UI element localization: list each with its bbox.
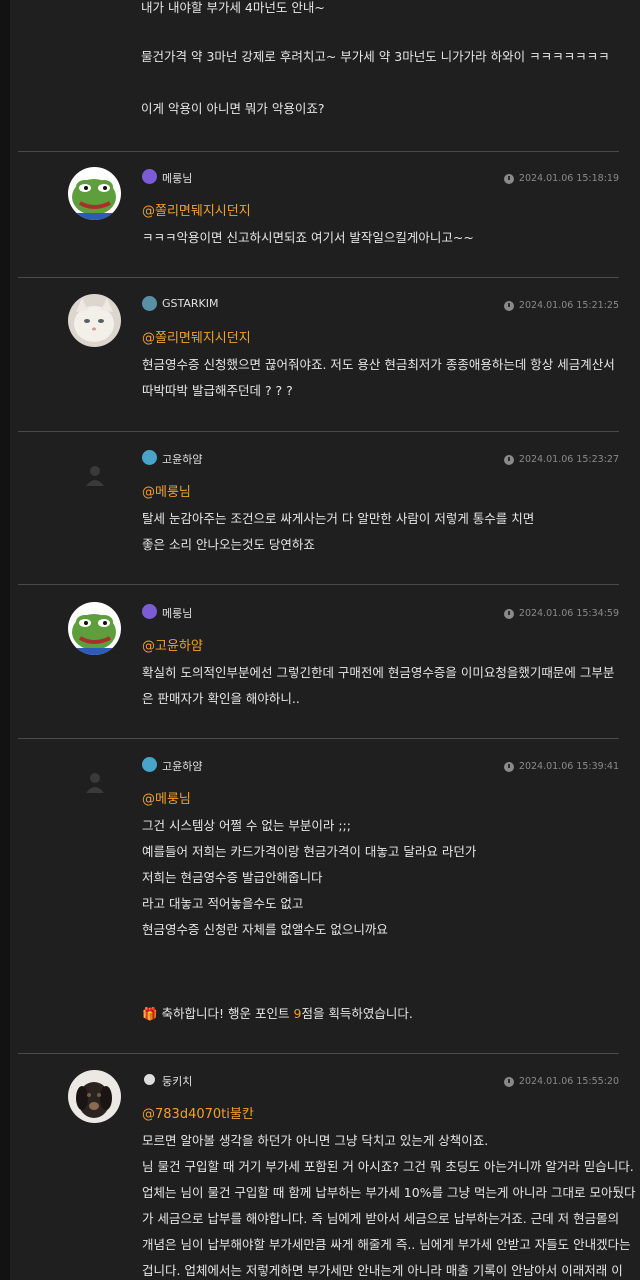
comment-page: 내가 내야할 부가세 4마넌도 안내~ 물건가격 약 3마넌 강제로 후려치고~… xyxy=(0,0,640,1280)
timestamp-group: 2024.01.06 15:39:41 xyxy=(503,761,619,772)
level-icon xyxy=(142,757,157,772)
timestamp: 2024.01.06 15:23:27 xyxy=(518,454,619,465)
comment-text-line: 그건 시스템상 어쩔 수 없는 부분이라 ;;; xyxy=(142,818,351,833)
left-edge-strip xyxy=(0,0,10,1280)
mention-link[interactable]: @783d4070ti불칸 xyxy=(142,1103,254,1122)
nickname[interactable]: 메룽님 xyxy=(162,170,192,186)
notice-suffix: 점을 획득하였습니다. xyxy=(301,1006,413,1021)
clock-icon xyxy=(503,454,514,465)
comment-text-line: 예를들어 저희는 카드가격이랑 현금가격이 대놓고 달라요 라던가 xyxy=(142,844,477,859)
comment-text-line: 좋은 소리 안나오는것도 당연하죠 xyxy=(142,537,315,552)
post-text-line: 내가 내야할 부가세 4마넌도 안내~ xyxy=(141,0,325,15)
gift-icon: 🎁 xyxy=(142,1006,162,1021)
clock-icon xyxy=(503,300,514,311)
default-avatar[interactable] xyxy=(84,464,106,486)
lucky-point-notice: 🎁 축하합니다! 행운 포인트 9점을 획득하였습니다. xyxy=(142,1003,413,1022)
nickname[interactable]: 고윤하얌 xyxy=(162,758,202,774)
nickname[interactable]: 고윤하얌 xyxy=(162,451,202,467)
timestamp: 2024.01.06 15:39:41 xyxy=(518,761,619,772)
cat-avatar[interactable] xyxy=(68,294,121,347)
comment-text-line: 개념은 님이 납부해야할 부가세만큼 싸게 해줄게 즉.. 님에게 부가세 안받… xyxy=(142,1237,631,1252)
comment-divider xyxy=(18,431,619,432)
comment-text-line: 모르면 알아볼 생각을 하던가 아니면 그냥 닥치고 있는게 상책이죠. xyxy=(142,1133,489,1148)
comment-divider xyxy=(18,151,619,152)
mention-link[interactable]: @쫄리면뒈지시던지 xyxy=(142,200,251,219)
clock-icon xyxy=(503,1076,514,1087)
timestamp: 2024.01.06 15:34:59 xyxy=(518,608,619,619)
default-avatar[interactable] xyxy=(84,771,106,793)
clock-icon xyxy=(503,608,514,619)
post-text-line: 물건가격 약 3마넌 강제로 후려치고~ 부가세 약 3마넌도 니가가라 하와이… xyxy=(141,49,610,64)
timestamp-group: 2024.01.06 15:18:19 xyxy=(503,173,619,184)
mention-link[interactable]: @고윤하얌 xyxy=(142,635,203,654)
comment-text-line: 겁니다. 업체에서는 저렇게하면 부가세만 안내는게 아니라 매출 기록이 안남… xyxy=(142,1263,623,1278)
comment-text-line: 따박따박 발급해주던데 ? ? ? xyxy=(142,383,293,398)
timestamp-group: 2024.01.06 15:34:59 xyxy=(503,608,619,619)
comment-text-line: 은 판매자가 확인을 해야하니.. xyxy=(142,691,300,706)
level-icon xyxy=(142,604,157,619)
comment-text-line: 현금영수증 신청란 자체를 없앨수도 없으니까요 xyxy=(142,922,388,937)
timestamp: 2024.01.06 15:18:19 xyxy=(518,173,619,184)
pepe-avatar[interactable] xyxy=(68,167,121,220)
pepe-avatar[interactable] xyxy=(68,602,121,655)
comment-divider xyxy=(18,1053,619,1054)
level-icon xyxy=(142,296,157,311)
notice-prefix: 축하합니다! 행운 포인트 xyxy=(161,1006,294,1021)
comment-divider xyxy=(18,738,619,739)
timestamp: 2024.01.06 15:55:20 xyxy=(518,1076,619,1087)
timestamp: 2024.01.06 15:21:25 xyxy=(518,300,619,311)
timestamp-group: 2024.01.06 15:23:27 xyxy=(503,454,619,465)
dog-avatar[interactable] xyxy=(68,1070,121,1123)
comment-text-line: 현금영수증 신청했으면 끊어줘야죠. 저도 용산 현금최저가 종종애용하는데 항… xyxy=(142,357,615,372)
mention-link[interactable]: @쫄리면뒈지시던지 xyxy=(142,327,251,346)
comment-text-line: 업체는 님이 물건 구입할 때 함께 납부하는 부가세 10%를 그냥 먹는게 … xyxy=(142,1185,636,1200)
comment-text-line: 탈세 눈감아주는 조건으로 싸게사는거 다 알만한 사람이 저렇게 통수를 치면 xyxy=(142,511,535,526)
nickname[interactable]: 메룽님 xyxy=(162,605,192,621)
level-icon xyxy=(142,169,157,184)
comment-text-line: 님 물건 구입할 때 거기 부가세 포함된 거 아시죠? 그건 뭐 초딩도 아는… xyxy=(142,1159,634,1174)
nickname[interactable]: 둥키치 xyxy=(162,1073,192,1089)
nickname[interactable]: GSTARKIM xyxy=(162,297,219,310)
mention-link[interactable]: @메룽님 xyxy=(142,788,191,807)
timestamp-group: 2024.01.06 15:55:20 xyxy=(503,1076,619,1087)
level-icon xyxy=(142,450,157,465)
level-icon xyxy=(142,1072,157,1087)
clock-icon xyxy=(503,173,514,184)
comment-text-line: ㅋㅋㅋ악용이면 신고하시면되죠 여기서 발작일으킬게아니고~~ xyxy=(142,230,474,245)
timestamp-group: 2024.01.06 15:21:25 xyxy=(503,300,619,311)
clock-icon xyxy=(503,761,514,772)
comment-text-line: 가 세금으로 납부를 해야합니다. 즉 님에게 받아서 세금으로 납부하는거죠.… xyxy=(142,1211,620,1226)
mention-link[interactable]: @메룽님 xyxy=(142,481,191,500)
comment-divider xyxy=(18,584,619,585)
comment-text-line: 라고 대놓고 적어놓을수도 없고 xyxy=(142,896,304,911)
comment-text-line: 확실히 도의적인부분에선 그렇긴한데 구매전에 현금영수증을 이미요청을했기때문… xyxy=(142,665,615,680)
post-text-line: 이게 악용이 아니면 뭐가 악용이죠? xyxy=(141,101,325,116)
comment-text-line: 저희는 현금영수증 발급안해줍니다 xyxy=(142,870,323,885)
comment-divider xyxy=(18,277,619,278)
